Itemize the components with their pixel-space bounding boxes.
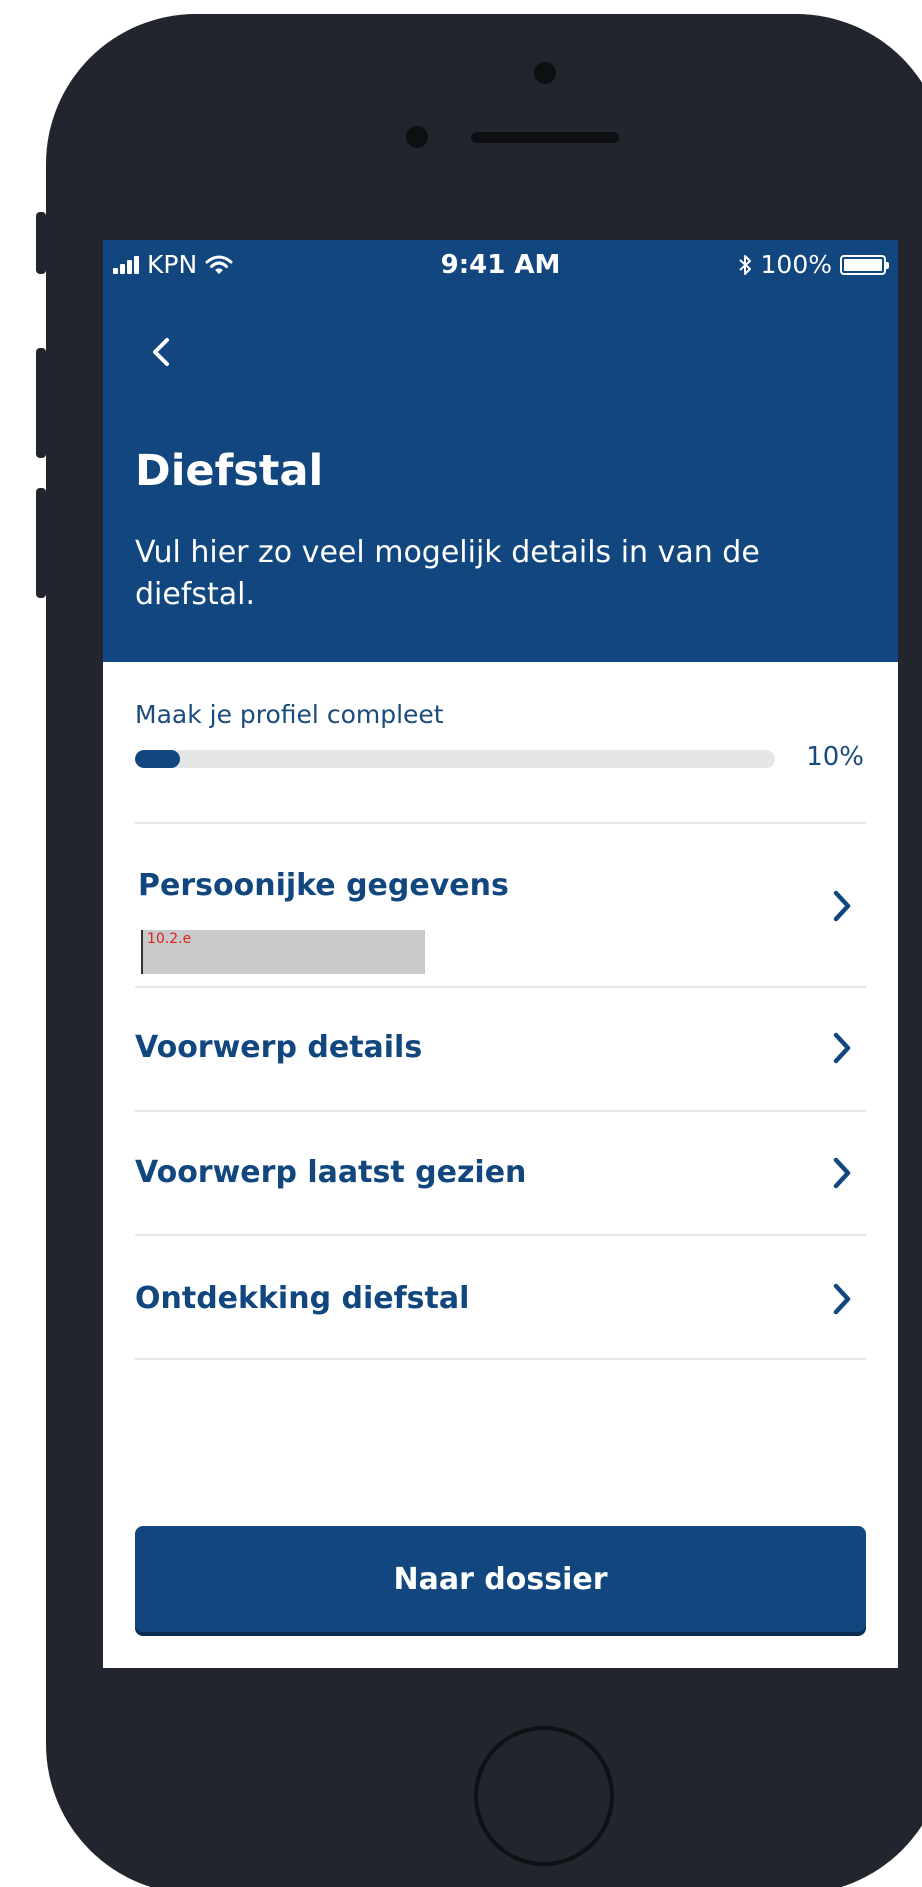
battery-percent: 100%: [760, 250, 832, 279]
phone-volume-up: [36, 348, 46, 458]
redacted-field: 10.2.e: [141, 930, 425, 974]
divider: [135, 1358, 866, 1360]
chevron-right-icon: [833, 1157, 851, 1189]
chevron-right-icon: [833, 890, 851, 922]
chevron-right-icon: [833, 1032, 851, 1064]
progress-fill: [135, 750, 180, 768]
progress-label: Maak je profiel compleet: [135, 700, 444, 729]
status-bar: KPN 9:41 AM 100%: [103, 240, 898, 290]
section-title: Persoonijke gegevens: [138, 868, 509, 903]
section-title: Voorwerp laatst gezien: [135, 1155, 527, 1190]
progress-percent: 10%: [806, 742, 864, 772]
section-row-voorwerp-laatst-gezien[interactable]: Voorwerp laatst gezien: [135, 1112, 866, 1236]
phone-screen: KPN 9:41 AM 100% Diefstal Vul hier zo ve…: [103, 240, 898, 1668]
chevron-right-icon: [833, 1283, 851, 1315]
section-row-ontdekking-diefstal[interactable]: Ontdekking diefstal: [135, 1236, 866, 1360]
page-title: Diefstal: [135, 446, 324, 496]
battery-icon: [840, 254, 889, 275]
bluetooth-icon: [738, 254, 751, 275]
phone-volume-down: [36, 488, 46, 598]
phone-sensor: [534, 62, 556, 84]
app-screenshot: KPN 9:41 AM 100% Diefstal Vul hier zo ve…: [0, 0, 922, 1887]
back-button[interactable]: [141, 332, 181, 372]
section-row-voorwerp-details[interactable]: Voorwerp details: [135, 988, 866, 1112]
phone-silent-switch: [36, 212, 46, 274]
chevron-left-icon: [153, 338, 169, 366]
battery-fill: [844, 258, 882, 271]
naar-dossier-button[interactable]: Naar dossier: [135, 1526, 866, 1632]
section-title: Voorwerp details: [135, 1030, 423, 1065]
phone-camera: [406, 126, 428, 148]
section-title: Ontdekking diefstal: [135, 1281, 470, 1316]
phone-speaker: [471, 132, 619, 143]
header: KPN 9:41 AM 100% Diefstal Vul hier zo ve…: [103, 240, 898, 662]
status-bar-right: 100%: [737, 250, 889, 279]
home-button[interactable]: [474, 1726, 614, 1866]
progress-track: [135, 750, 775, 768]
section-row-persoonlijke-gegevens[interactable]: Persoonijke gegevens 10.2.e: [135, 824, 866, 988]
redaction-label: 10.2.e: [147, 931, 192, 947]
page-subtitle: Vul hier zo veel mogelijk details in van…: [135, 535, 760, 612]
